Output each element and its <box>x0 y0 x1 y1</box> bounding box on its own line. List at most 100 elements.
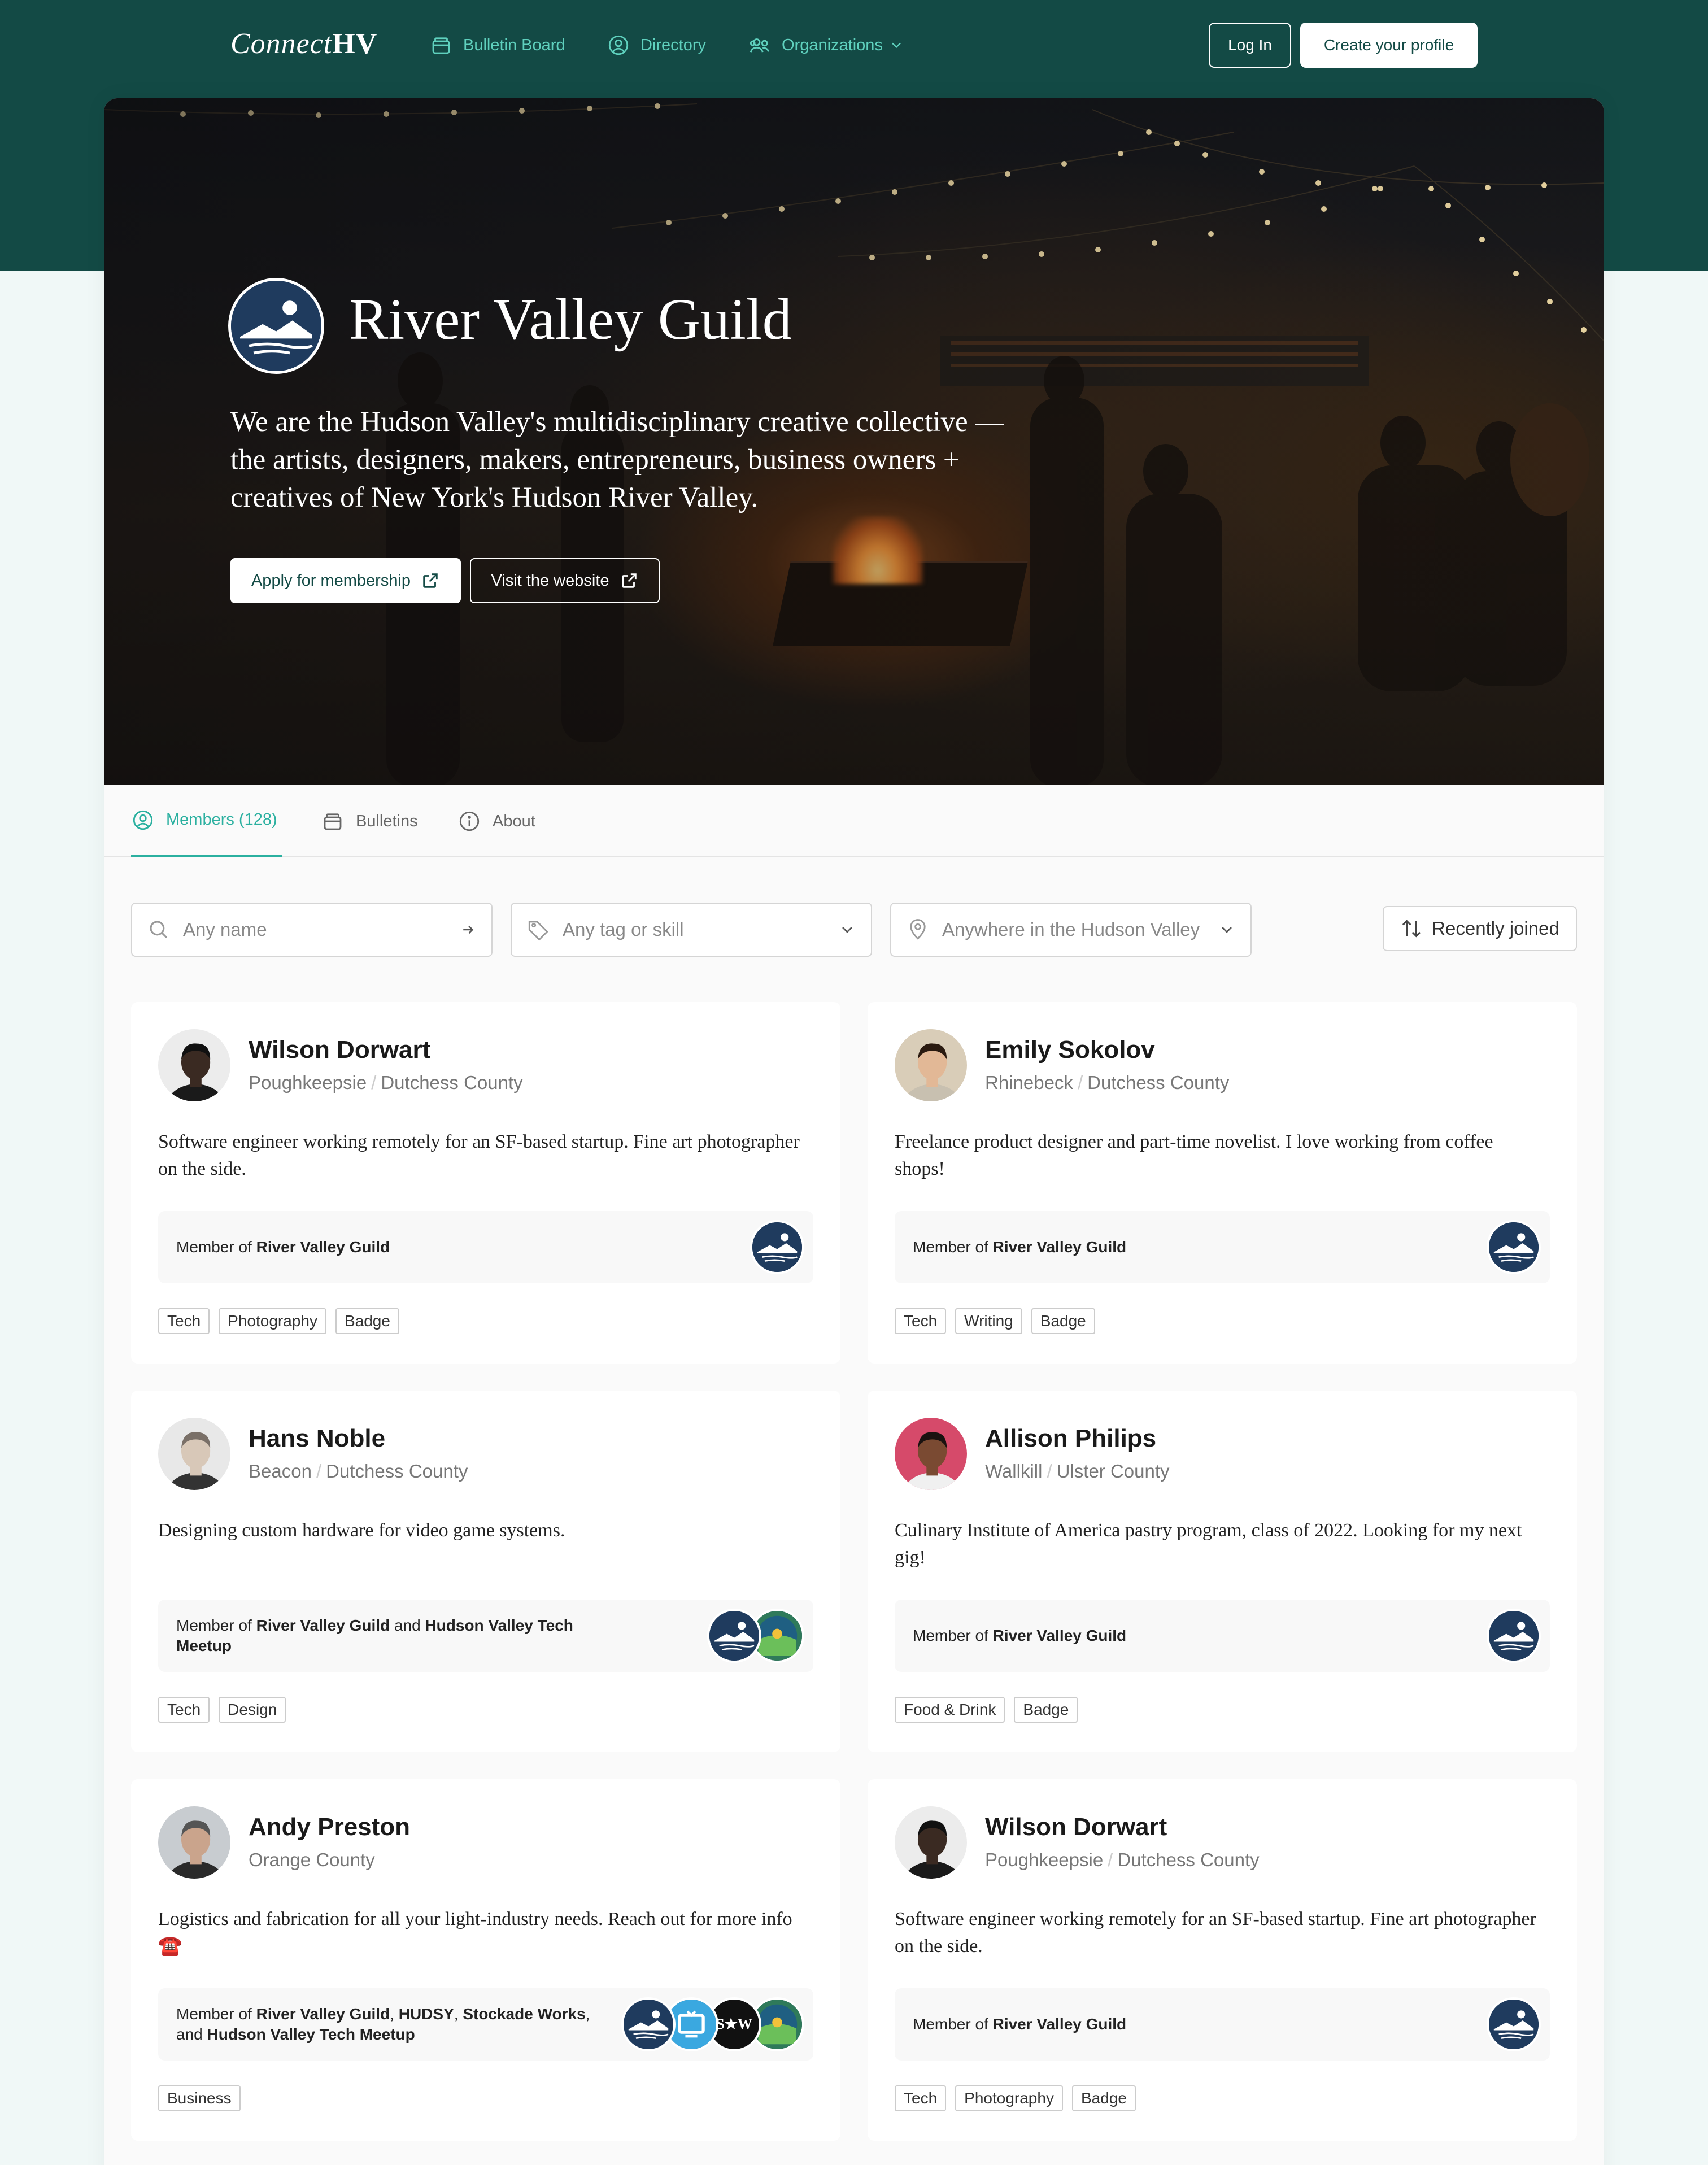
rvg-logo-icon[interactable] <box>1487 1220 1541 1274</box>
member-bio: Logistics and fabrication for all your l… <box>158 1909 792 1957</box>
skill-tag[interactable]: Tech <box>895 1308 947 1334</box>
skill-tag[interactable]: Badge <box>1031 1308 1095 1334</box>
rvg-logo-icon[interactable] <box>750 1220 804 1274</box>
member-of-prefix: Member of <box>913 2015 988 2033</box>
organization-description: We are the Hudson Valley's multidiscipli… <box>230 406 1004 513</box>
member-city: Wallkill <box>985 1461 1043 1482</box>
skill-tag[interactable]: Badge <box>1014 1697 1078 1723</box>
nav-organizations[interactable]: Organizations <box>748 29 904 61</box>
skill-tag[interactable]: Food & Drink <box>895 1697 1005 1723</box>
org-link[interactable]: River Valley Guild <box>256 2005 390 2023</box>
tag-placeholder: Any tag or skill <box>563 919 684 940</box>
member-card[interactable]: Wilson Dorwart Poughkeepsie / Dutchess Coun… <box>131 1002 840 1364</box>
apply-membership-button[interactable]: Apply for membership <box>230 558 461 603</box>
member-name[interactable]: Andy Preston <box>249 1813 410 1841</box>
member-name[interactable]: Wilson Dorwart <box>985 1813 1167 1841</box>
chevron-down-icon <box>1222 927 1232 933</box>
skill-tag[interactable]: Writing <box>955 1308 1022 1334</box>
tab-about[interactable]: About <box>457 785 535 857</box>
member-of-prefix: Member of <box>913 1627 988 1644</box>
org-icon-stack <box>1487 1609 1541 1663</box>
tag-icon <box>528 921 548 941</box>
skill-tag[interactable]: Badge <box>1071 2085 1136 2111</box>
org-link[interactable]: River Valley Guild <box>993 1238 1127 1256</box>
member-bio: Software engineer working remotely for a… <box>895 1909 1536 1957</box>
rvg-logo-icon[interactable] <box>1487 1997 1541 2051</box>
external-link-icon <box>621 573 637 588</box>
sort-label: Recently joined <box>1432 918 1559 939</box>
tab-members[interactable]: Members (128) <box>131 785 282 857</box>
org-link[interactable]: HUDSY <box>399 2005 454 2023</box>
skill-tag[interactable]: Badge <box>335 1308 399 1334</box>
member-card[interactable]: Hans Noble Beacon / Dutchess County Designin… <box>131 1391 840 1752</box>
org-link[interactable]: River Valley Guild <box>256 1617 390 1634</box>
sort-button[interactable]: Recently joined <box>1383 906 1577 951</box>
member-of-prefix: Member of <box>176 1617 252 1634</box>
rvg-logo-icon[interactable] <box>621 1997 676 2051</box>
skill-tag[interactable]: Photography <box>955 2085 1063 2111</box>
logo[interactable]: ConnectHV <box>230 27 377 60</box>
skill-tag[interactable]: Design <box>219 1697 286 1723</box>
external-link-icon <box>423 573 438 588</box>
nav-directory[interactable]: Directory <box>607 29 706 61</box>
membership-text: Member of River Valley Guild <box>176 1211 617 1283</box>
visit-website-button[interactable]: Visit the website <box>470 558 660 603</box>
create-profile-button[interactable]: Create your profile <box>1300 23 1478 68</box>
org-icon-stack <box>750 1220 804 1274</box>
location-placeholder: Anywhere in the Hudson Valley <box>942 919 1200 940</box>
member-location: Wallkill / Ulster County <box>985 1461 1170 1482</box>
org-link[interactable]: River Valley Guild <box>993 2015 1127 2033</box>
skill-tag[interactable]: Photography <box>219 1308 326 1334</box>
member-city: Poughkeepsie <box>249 1072 367 1093</box>
info-icon <box>459 811 480 831</box>
visit-label: Visit the website <box>491 571 609 590</box>
member-card[interactable]: Emily Sokolov Rhinebeck / Dutchess County Fr… <box>868 1002 1577 1364</box>
member-city: Poughkeepsie <box>985 1849 1104 1870</box>
tab-bulletins[interactable]: Bulletins <box>321 785 418 857</box>
sort-icon <box>1402 920 1421 938</box>
member-location: Poughkeepsie / Dutchess County <box>985 1849 1260 1871</box>
rvg-logo-icon[interactable] <box>1487 1609 1541 1663</box>
location-separator: / <box>1108 1849 1113 1870</box>
member-name[interactable]: Hans Noble <box>249 1425 385 1453</box>
org-link[interactable]: River Valley Guild <box>256 1238 390 1256</box>
member-name[interactable]: Allison Philips <box>985 1425 1156 1453</box>
hero-banner: River Valley Guild We are the Hudson Val… <box>104 98 1604 785</box>
name-search-input[interactable]: Any name <box>131 903 493 957</box>
arrow-right-icon[interactable] <box>460 921 477 938</box>
organization-page: River Valley Guild We are the Hudson Val… <box>104 98 1604 2165</box>
membership-box: Member of River Valley Guild and Hudson … <box>158 1600 813 1672</box>
member-county: Dutchess County <box>1117 1849 1260 1870</box>
skill-tag[interactable]: Tech <box>158 1697 210 1723</box>
member-county: Dutchess County <box>326 1461 468 1482</box>
member-of-prefix: Member of <box>176 2005 252 2023</box>
member-card[interactable]: Allison Philips Wallkill / Ulster County Cul… <box>868 1391 1577 1752</box>
member-name[interactable]: Wilson Dorwart <box>249 1036 430 1064</box>
skill-tag[interactable]: Business <box>158 2085 241 2111</box>
location-separator: / <box>1077 1072 1083 1093</box>
member-name[interactable]: Emily Sokolov <box>985 1036 1155 1064</box>
org-link[interactable]: River Valley Guild <box>993 1627 1127 1644</box>
chevron-down-icon <box>892 42 901 49</box>
login-button[interactable]: Log In <box>1209 23 1291 68</box>
skill-tag[interactable]: Tech <box>158 1308 210 1334</box>
member-card[interactable]: Andy Preston Orange County Logistics and f… <box>131 1779 840 2141</box>
membership-text: Member of River Valley Guild and Hudson … <box>176 1617 573 1654</box>
member-location: Poughkeepsie / Dutchess County <box>249 1072 523 1094</box>
member-card[interactable]: Wilson Dorwart Poughkeepsie / Dutchess Coun… <box>868 1779 1577 2141</box>
avatar <box>158 1029 230 1101</box>
member-city: Rhinebeck <box>985 1072 1073 1093</box>
nav-bulletin-board[interactable]: Bulletin Board <box>429 29 565 61</box>
chevron-down-icon <box>842 927 852 933</box>
rvg-logo-icon[interactable] <box>707 1609 761 1663</box>
location-separator: / <box>1047 1461 1052 1482</box>
location-select[interactable]: Anywhere in the Hudson Valley <box>890 903 1252 957</box>
org-link[interactable]: Hudson Valley Tech Meetup <box>207 2025 415 2043</box>
skill-tag[interactable]: Tech <box>895 2085 947 2111</box>
tab-label: Members (128) <box>166 811 277 829</box>
member-city: Beacon <box>249 1461 312 1482</box>
membership-text: Member of River Valley Guild <box>913 1988 1353 2061</box>
member-location: Rhinebeck / Dutchess County <box>985 1072 1229 1094</box>
tag-select[interactable]: Any tag or skill <box>511 903 872 957</box>
org-link[interactable]: Stockade Works <box>463 2005 585 2023</box>
